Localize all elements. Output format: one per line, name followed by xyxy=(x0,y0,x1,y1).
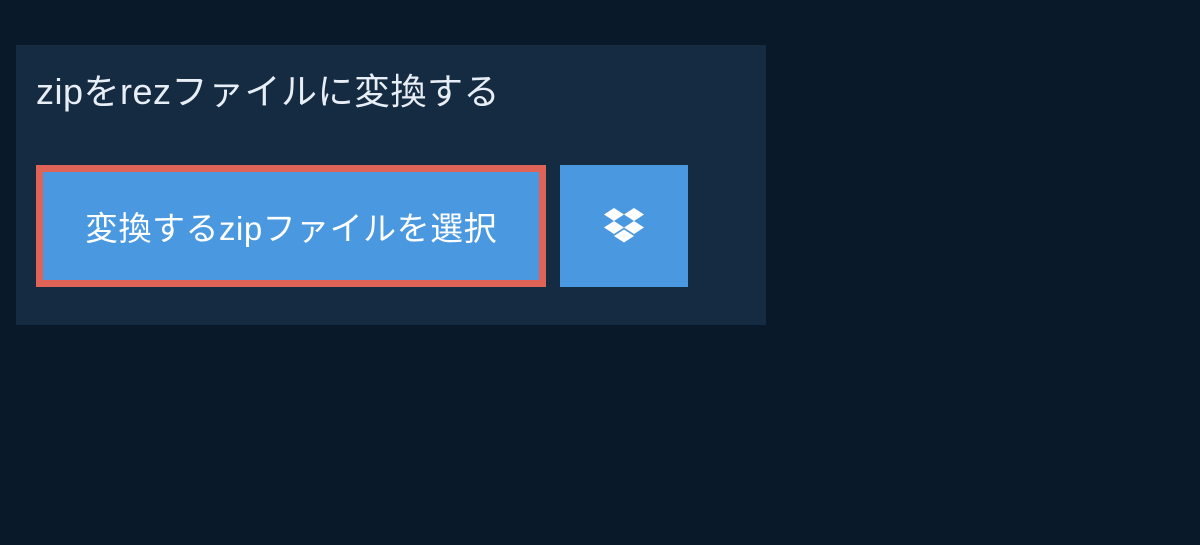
converter-panel: zipをrezファイルに変換する 変換するzipファイルを選択 xyxy=(16,45,766,325)
select-file-button-label: 変換するzipファイルを選択 xyxy=(85,202,497,250)
dropbox-button[interactable] xyxy=(560,165,688,287)
button-row: 変換するzipファイルを選択 xyxy=(16,133,766,325)
dropbox-icon xyxy=(604,208,644,244)
heading-bar: zipをrezファイルに変換する xyxy=(16,45,611,133)
page-title: zipをrezファイルに変換する xyxy=(36,63,591,115)
select-file-button[interactable]: 変換するzipファイルを選択 xyxy=(36,165,546,287)
